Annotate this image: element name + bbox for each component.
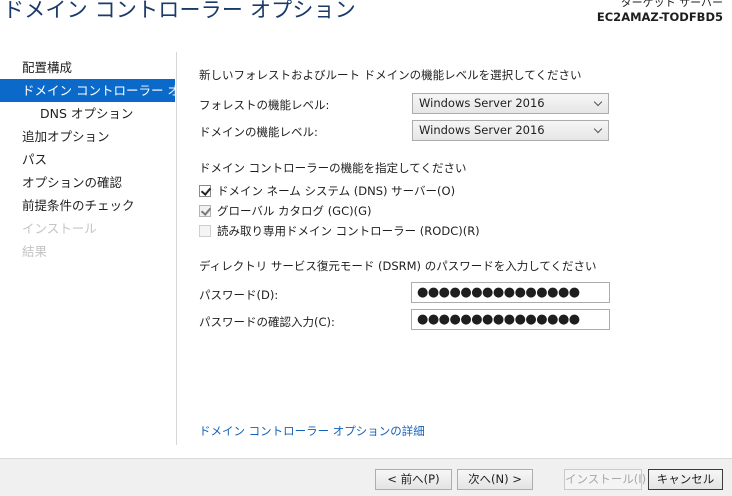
rodc-checkbox-row: 読み取り専用ドメイン コントローラー (RODC)(R) [199, 222, 480, 240]
nav-item-deployment-config[interactable]: 配置構成 [0, 56, 175, 79]
dns-server-checkbox-row[interactable]: ドメイン ネーム システム (DNS) サーバー(O) [199, 182, 455, 200]
back-button[interactable]: < 前へ(P) [375, 469, 452, 490]
global-catalog-label: グローバル カタログ (GC)(G) [217, 204, 372, 218]
domain-level-value: Windows Server 2016 [419, 123, 545, 137]
capabilities-heading: ドメイン コントローラーの機能を指定してください [199, 161, 467, 175]
nav-divider [176, 52, 177, 445]
domain-level-label: ドメインの機能レベル: [199, 125, 318, 139]
target-server-info: ターゲット サーバー EC2AMAZ-TODFBD5 [597, 0, 723, 24]
password-input[interactable]: ●●●●●●●●●●●●●●● [411, 282, 610, 303]
functional-level-heading: 新しいフォレストおよびルート ドメインの機能レベルを選択してください [199, 68, 582, 82]
nav-item-installation: インストール [22, 221, 97, 236]
nav-item-paths[interactable]: パス [0, 148, 175, 171]
nav-item-results: 結果 [22, 244, 48, 259]
chevron-down-icon [593, 97, 603, 107]
wizard-nav: 配置構成 ドメイン コントローラー オプション DNS オプション 追加オプショ… [0, 56, 175, 263]
target-server-label: ターゲット サーバー [620, 0, 723, 9]
domain-level-select[interactable]: Windows Server 2016 [412, 120, 609, 141]
target-server-name: EC2AMAZ-TODFBD5 [596, 10, 723, 24]
nav-item-dns-options[interactable]: DNS オプション [0, 102, 175, 125]
password-label: パスワード(D): [199, 288, 279, 302]
rodc-label: 読み取り専用ドメイン コントローラー (RODC)(R) [217, 224, 480, 238]
confirm-password-label: パスワードの確認入力(C): [199, 315, 335, 329]
global-catalog-checkbox-row: グローバル カタログ (GC)(G) [199, 202, 372, 220]
next-button[interactable]: 次へ(N) > [457, 469, 533, 490]
confirm-password-input[interactable]: ●●●●●●●●●●●●●●● [411, 309, 610, 330]
cancel-button[interactable]: キャンセル [648, 469, 723, 490]
forest-level-value: Windows Server 2016 [419, 96, 545, 110]
rodc-checkbox [199, 225, 211, 237]
nav-item-dc-options[interactable]: ドメイン コントローラー オプション [0, 79, 175, 102]
wizard-footer: < 前へ(P) 次へ(N) > インストール(I) キャンセル [0, 458, 732, 496]
forest-level-select[interactable]: Windows Server 2016 [412, 93, 609, 114]
install-button: インストール(I) [564, 469, 646, 490]
dns-server-checkbox[interactable] [199, 185, 211, 197]
nav-item-prerequisites-check[interactable]: 前提条件のチェック [0, 194, 175, 217]
dsrm-heading: ディレクトリ サービス復元モード (DSRM) のパスワードを入力してください [199, 259, 597, 273]
dns-server-label: ドメイン ネーム システム (DNS) サーバー(O) [217, 184, 456, 198]
more-about-dc-options-link[interactable]: ドメイン コントローラー オプションの詳細 [199, 423, 425, 439]
global-catalog-checkbox [199, 205, 211, 217]
forest-level-label: フォレストの機能レベル: [199, 98, 330, 112]
page-title: ドメイン コントローラー オプション [3, 0, 356, 22]
nav-item-additional-options[interactable]: 追加オプション [0, 125, 175, 148]
nav-item-review-options[interactable]: オプションの確認 [0, 171, 175, 194]
chevron-down-icon [593, 124, 603, 134]
